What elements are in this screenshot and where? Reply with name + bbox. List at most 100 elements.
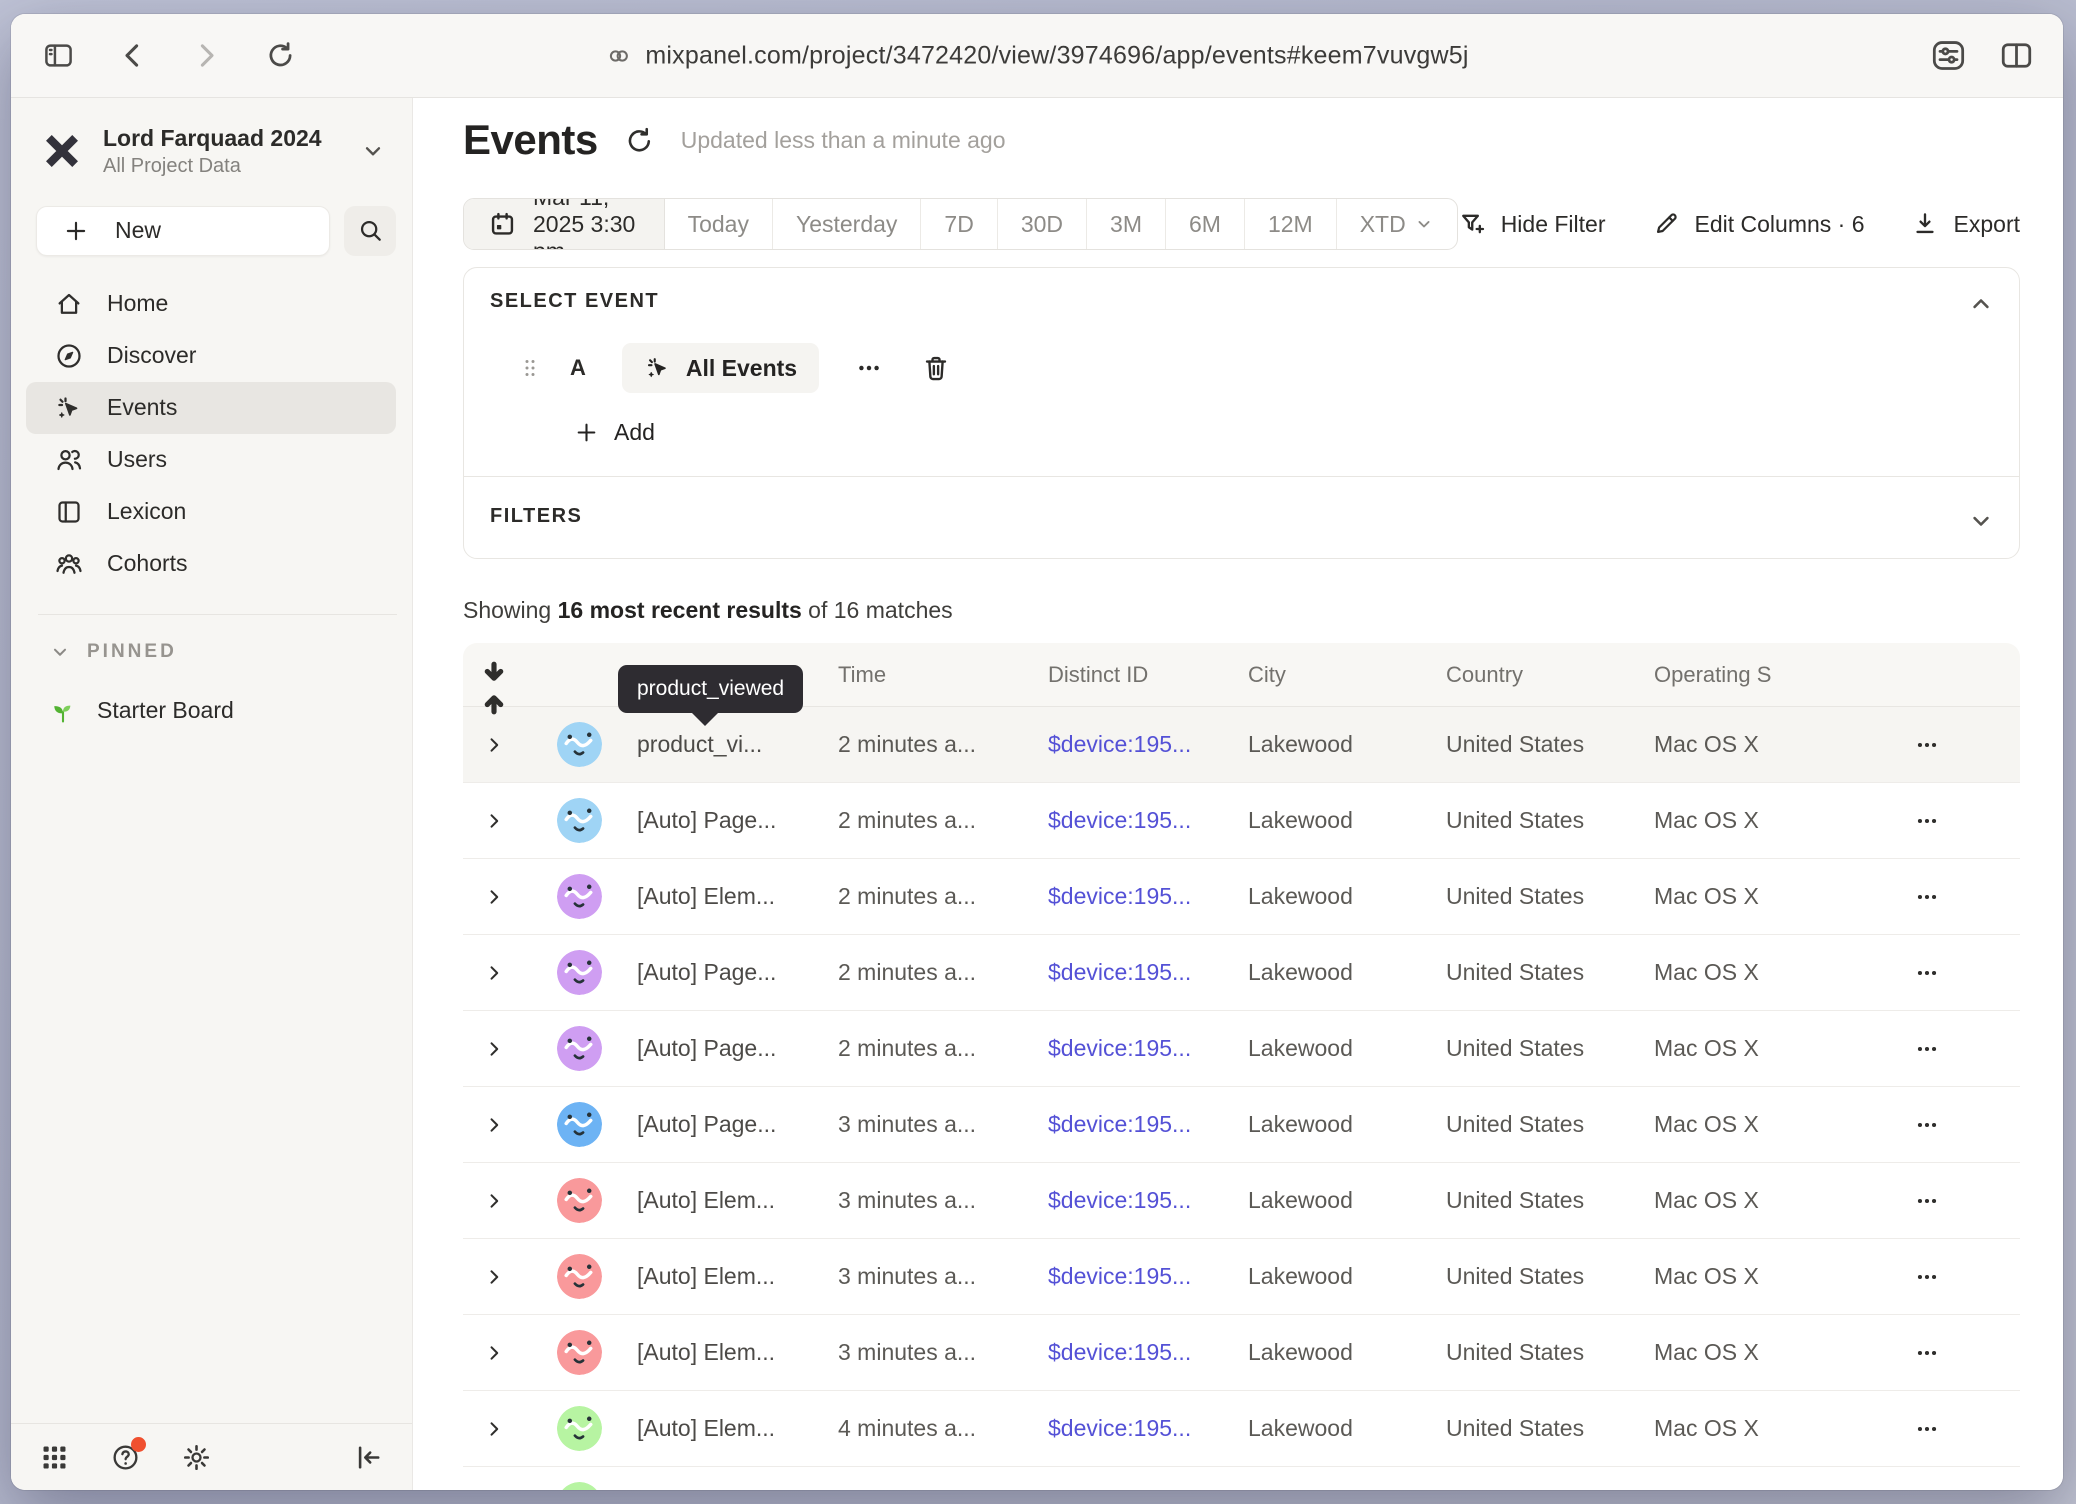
- sidebar-item-home[interactable]: Home: [26, 278, 396, 330]
- cell-distinct-id[interactable]: $device:195...: [1048, 959, 1248, 986]
- expand-row-icon[interactable]: [483, 734, 505, 756]
- expand-row-icon[interactable]: [483, 962, 505, 984]
- cell-event-name[interactable]: [Auto] Elem...: [637, 1263, 838, 1290]
- range-7d[interactable]: 7D: [921, 199, 997, 249]
- sidebar-item-events[interactable]: Events: [26, 382, 396, 434]
- new-button[interactable]: New: [36, 206, 330, 256]
- table-row[interactable]: [Auto] Elem... 2 minutes a... $device:19…: [463, 859, 2020, 935]
- row-menu-icon[interactable]: [1914, 732, 1940, 758]
- cell-event-name[interactable]: [Auto] Elem...: [637, 1339, 838, 1366]
- drag-handle-icon[interactable]: [518, 356, 542, 380]
- column-operating-system[interactable]: Operating S: [1654, 662, 1834, 688]
- reload-icon[interactable]: [257, 33, 303, 79]
- apps-grid-icon[interactable]: [39, 1442, 70, 1473]
- cell-event-name[interactable]: [Auto] Elem...: [637, 1415, 838, 1442]
- pinned-section-header[interactable]: PINNED: [49, 641, 412, 663]
- table-row[interactable]: [463, 1467, 2020, 1490]
- cell-event-name[interactable]: [Auto] Page...: [637, 1035, 838, 1062]
- event-more-icon[interactable]: [855, 354, 883, 382]
- cell-event-name[interactable]: [Auto] Elem...: [637, 1187, 838, 1214]
- range-12m[interactable]: 12M: [1245, 199, 1337, 249]
- row-menu-icon[interactable]: [1914, 960, 1940, 986]
- table-row[interactable]: [Auto] Page... 2 minutes a... $device:19…: [463, 935, 2020, 1011]
- range-today[interactable]: Today: [665, 199, 773, 249]
- column-country[interactable]: Country: [1446, 662, 1654, 688]
- row-menu-icon[interactable]: [1914, 1188, 1940, 1214]
- all-events-pill[interactable]: All Events: [622, 343, 819, 393]
- pinned-item-starter-board[interactable]: Starter Board: [49, 697, 412, 725]
- column-city[interactable]: City: [1248, 662, 1446, 688]
- cell-event-name[interactable]: product_vi...: [637, 731, 838, 758]
- row-menu-icon[interactable]: [1914, 884, 1940, 910]
- range-xtd[interactable]: XTD: [1337, 199, 1457, 249]
- split-view-icon[interactable]: [1993, 33, 2039, 79]
- table-row[interactable]: [Auto] Page... 3 minutes a... $device:19…: [463, 1087, 2020, 1163]
- add-event-button[interactable]: Add: [574, 419, 1993, 446]
- range-yesterday[interactable]: Yesterday: [773, 199, 921, 249]
- table-row[interactable]: [Auto] Page... 2 minutes a... $device:19…: [463, 1011, 2020, 1087]
- chevron-up-icon[interactable]: [1967, 290, 1995, 318]
- expand-row-icon[interactable]: [483, 1342, 505, 1364]
- collapse-sidebar-icon[interactable]: [353, 1442, 384, 1473]
- row-menu-icon[interactable]: [1914, 1264, 1940, 1290]
- forward-icon[interactable]: [183, 33, 229, 79]
- table-row[interactable]: [Auto] Elem... 4 minutes a... $device:19…: [463, 1391, 2020, 1467]
- cell-distinct-id[interactable]: $device:195...: [1048, 1187, 1248, 1214]
- row-menu-icon[interactable]: [1914, 1112, 1940, 1138]
- sidebar-item-discover[interactable]: Discover: [26, 330, 396, 382]
- cell-distinct-id[interactable]: $device:195...: [1048, 883, 1248, 910]
- range-3m[interactable]: 3M: [1087, 199, 1166, 249]
- cell-distinct-id[interactable]: $device:195...: [1048, 1339, 1248, 1366]
- cell-distinct-id[interactable]: $device:195...: [1048, 1111, 1248, 1138]
- table-row[interactable]: [Auto] Elem... 3 minutes a... $device:19…: [463, 1163, 2020, 1239]
- date-value: Mar 11, 2025 3:30 pm: [533, 198, 640, 250]
- cell-distinct-id[interactable]: $device:195...: [1048, 1035, 1248, 1062]
- cell-event-name[interactable]: [Auto] Page...: [637, 959, 838, 986]
- expand-row-icon[interactable]: [483, 1114, 505, 1136]
- sidebar-item-cohorts[interactable]: Cohorts: [26, 538, 396, 590]
- cell-event-name[interactable]: [Auto] Elem...: [637, 883, 838, 910]
- settings-gear-icon[interactable]: [181, 1442, 212, 1473]
- refresh-icon[interactable]: [624, 125, 655, 156]
- trash-icon[interactable]: [921, 353, 951, 383]
- row-menu-icon[interactable]: [1914, 808, 1940, 834]
- page-settings-icon[interactable]: [1925, 33, 1971, 79]
- search-button[interactable]: [344, 206, 396, 256]
- export-button[interactable]: Export: [1911, 210, 2020, 238]
- range-30d[interactable]: 30D: [998, 199, 1087, 249]
- range-6m[interactable]: 6M: [1166, 199, 1245, 249]
- table-row[interactable]: [Auto] Page... 2 minutes a... $device:19…: [463, 783, 2020, 859]
- cell-distinct-id[interactable]: $device:195...: [1048, 731, 1248, 758]
- project-switcher[interactable]: Lord Farquaad 2024 All Project Data: [11, 98, 412, 178]
- cell-distinct-id[interactable]: $device:195...: [1048, 1415, 1248, 1442]
- help-icon[interactable]: [110, 1442, 141, 1473]
- address-bar[interactable]: mixpanel.com/project/3472420/view/397469…: [605, 41, 1468, 70]
- chevron-down-icon[interactable]: [1967, 507, 1995, 535]
- row-menu-icon[interactable]: [1914, 1416, 1940, 1442]
- edit-columns-button[interactable]: Edit Columns · 6: [1652, 210, 1865, 238]
- expand-row-icon[interactable]: [483, 1266, 505, 1288]
- expand-row-icon[interactable]: [483, 1038, 505, 1060]
- expand-row-icon[interactable]: [483, 1190, 505, 1212]
- expand-row-icon[interactable]: [483, 1418, 505, 1440]
- sidebar-toggle-icon[interactable]: [35, 33, 81, 79]
- date-picker-button[interactable]: Mar 11, 2025 3:30 pm: [464, 199, 665, 249]
- column-distinct-id[interactable]: Distinct ID: [1048, 662, 1248, 688]
- cell-distinct-id[interactable]: $device:195...: [1048, 807, 1248, 834]
- collapse-rows-icon[interactable]: [463, 657, 525, 719]
- table-row[interactable]: [Auto] Elem... 3 minutes a... $device:19…: [463, 1315, 2020, 1391]
- row-menu-icon[interactable]: [1914, 1036, 1940, 1062]
- sidebar-item-users[interactable]: Users: [26, 434, 396, 486]
- row-menu-icon[interactable]: [1914, 1340, 1940, 1366]
- hide-filter-button[interactable]: Hide Filter: [1458, 210, 1606, 238]
- expand-row-icon[interactable]: [483, 886, 505, 908]
- back-icon[interactable]: [109, 33, 155, 79]
- cell-event-name[interactable]: [Auto] Page...: [637, 807, 838, 834]
- table-row[interactable]: [Auto] Elem... 3 minutes a... $device:19…: [463, 1239, 2020, 1315]
- sidebar: Lord Farquaad 2024 All Project Data New …: [11, 98, 413, 1490]
- cell-event-name[interactable]: [Auto] Page...: [637, 1111, 838, 1138]
- column-time[interactable]: Time: [838, 662, 1048, 688]
- cell-distinct-id[interactable]: $device:195...: [1048, 1263, 1248, 1290]
- sidebar-item-lexicon[interactable]: Lexicon: [26, 486, 396, 538]
- expand-row-icon[interactable]: [483, 810, 505, 832]
